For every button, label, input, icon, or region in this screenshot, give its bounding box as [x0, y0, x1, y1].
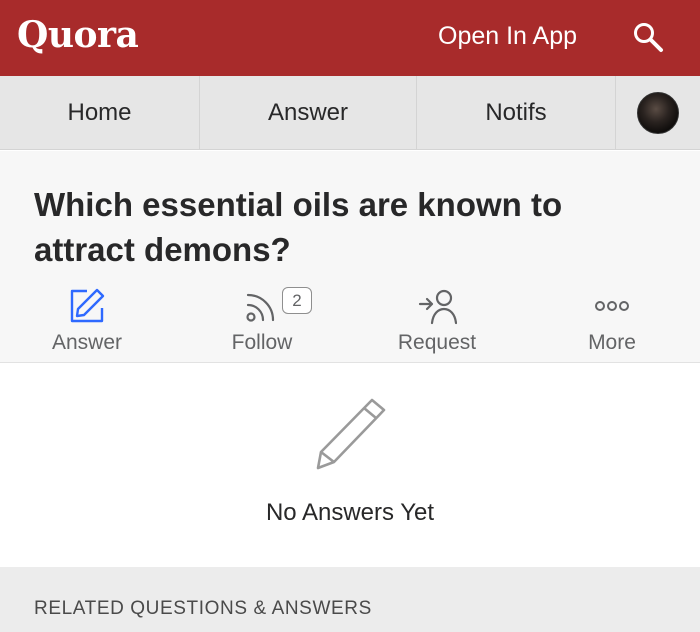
more-button[interactable]: More: [547, 286, 677, 356]
follow-button[interactable]: 2 Follow: [197, 286, 327, 356]
nav-profile[interactable]: [616, 76, 700, 150]
follow-count-badge: 2: [282, 287, 312, 314]
nav-answer[interactable]: Answer: [200, 76, 417, 150]
main-nav: Home Answer Notifs: [0, 76, 700, 150]
answer-button[interactable]: Answer: [22, 286, 152, 356]
more-label: More: [588, 331, 636, 354]
edit-icon: [70, 288, 105, 323]
open-in-app-link[interactable]: Open In App: [438, 22, 577, 51]
answer-label: Answer: [51, 331, 123, 354]
follow-label: Follow: [231, 331, 293, 354]
nav-notifs[interactable]: Notifs: [417, 76, 616, 150]
question-card: Which essential oils are known to attrac…: [0, 151, 700, 363]
answers-empty-state: No Answers Yet: [0, 364, 700, 567]
avatar[interactable]: [637, 92, 679, 134]
question-title[interactable]: Which essential oils are known to attrac…: [34, 182, 654, 272]
request-button[interactable]: Request: [372, 286, 502, 356]
request-user-icon: [418, 289, 457, 325]
no-answers-text: No Answers Yet: [265, 499, 435, 526]
related-section-header: RELATED QUESTIONS & ANSWERS: [0, 567, 700, 632]
pencil-icon: [316, 398, 386, 470]
top-header: Quora Open In App: [0, 0, 700, 76]
more-dots-icon: [595, 301, 629, 311]
nav-home[interactable]: Home: [0, 76, 200, 150]
rss-icon: [246, 293, 275, 322]
quora-logo[interactable]: Quora: [17, 14, 139, 56]
search-icon[interactable]: [630, 20, 666, 56]
request-label: Request: [397, 331, 477, 354]
related-title: RELATED QUESTIONS & ANSWERS: [34, 598, 372, 619]
